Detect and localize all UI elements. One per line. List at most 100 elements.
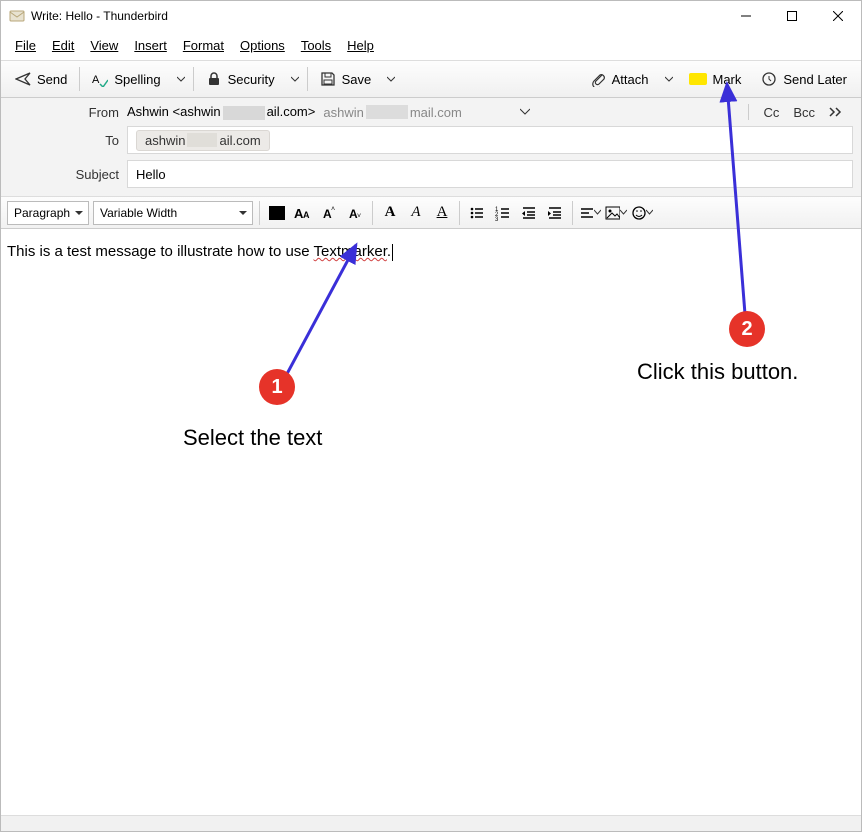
titlebar: Write: Hello - Thunderbird — [1, 1, 861, 31]
from-dropdown[interactable] — [520, 105, 530, 120]
attach-label: Attach — [612, 72, 649, 87]
menu-edit[interactable]: Edit — [44, 34, 82, 57]
indent-button[interactable] — [544, 202, 566, 224]
paragraph-style-combo[interactable]: Paragraph — [7, 201, 89, 225]
chevron-down-icon — [291, 75, 299, 83]
lock-icon — [206, 71, 222, 87]
cc-button[interactable]: Cc — [763, 105, 779, 120]
from-email-faded: ashwinmail.com — [323, 105, 461, 120]
save-dropdown[interactable] — [381, 64, 401, 94]
save-icon — [320, 71, 336, 87]
align-button[interactable] — [579, 202, 601, 224]
menubar: File Edit View Insert Format Options Too… — [1, 31, 861, 60]
menu-view[interactable]: View — [82, 34, 126, 57]
window-controls — [723, 1, 861, 31]
annotation-label-2: Click this button. — [637, 359, 798, 385]
bullet-list-icon — [469, 205, 485, 221]
send-later-button[interactable]: Send Later — [751, 64, 857, 94]
thunderbird-icon — [9, 8, 25, 24]
security-label: Security — [228, 72, 275, 87]
chevron-down-icon — [387, 75, 395, 83]
minimize-button[interactable] — [723, 1, 769, 31]
text-color-button[interactable] — [266, 202, 288, 224]
font-size-increase-button[interactable]: A˅ — [344, 202, 366, 224]
send-icon — [15, 71, 31, 87]
menu-help[interactable]: Help — [339, 34, 382, 57]
menu-file[interactable]: File — [7, 34, 44, 57]
attach-button[interactable]: Attach — [580, 64, 659, 94]
from-identity[interactable]: Ashwin <ashwinail.com> — [127, 104, 315, 120]
send-later-label: Send Later — [783, 72, 847, 87]
menu-format[interactable]: Format — [175, 34, 232, 57]
numbered-list-button[interactable]: 123 — [492, 202, 514, 224]
indent-icon — [547, 205, 563, 221]
align-icon — [579, 205, 594, 221]
bcc-button[interactable]: Bcc — [793, 105, 815, 120]
menu-options[interactable]: Options — [232, 34, 293, 57]
maximize-button[interactable] — [769, 1, 815, 31]
font-family-combo[interactable]: Variable Width — [93, 201, 253, 225]
annotation-badge-2: 2 — [729, 311, 765, 347]
attach-dropdown[interactable] — [659, 64, 679, 94]
italic-button[interactable]: A — [405, 202, 427, 224]
font-size-icon: AA — [294, 205, 312, 221]
from-label: From — [9, 105, 119, 120]
chevron-double-right-icon — [829, 107, 843, 117]
emoji-button[interactable] — [631, 202, 653, 224]
svg-text:˅: ˅ — [357, 213, 361, 220]
annotation-arrow-1 — [281, 245, 381, 405]
separator — [307, 67, 308, 91]
image-icon — [605, 205, 620, 221]
svg-text:A: A — [303, 210, 310, 220]
annotation-arrow-2 — [721, 84, 761, 324]
message-body[interactable]: This is a test message to illustrate how… — [1, 229, 861, 815]
separator — [193, 67, 194, 91]
chevron-down-icon — [646, 209, 653, 216]
spelling-icon: A — [92, 71, 108, 87]
menu-tools[interactable]: Tools — [293, 34, 339, 57]
numbered-list-icon: 123 — [495, 205, 511, 221]
annotation-label-1: Select the text — [183, 425, 322, 451]
bold-button[interactable]: A — [379, 202, 401, 224]
chevron-down-icon — [594, 209, 601, 216]
menu-insert[interactable]: Insert — [126, 34, 175, 57]
color-swatch-icon — [269, 206, 285, 220]
font-larger-icon: A˅ — [347, 205, 363, 221]
text-caret — [392, 244, 393, 261]
chevron-down-icon — [665, 75, 673, 83]
paperclip-icon — [590, 71, 606, 87]
chevron-down-icon — [520, 107, 530, 117]
send-button[interactable]: Send — [5, 64, 77, 94]
chevron-down-icon — [177, 75, 185, 83]
svg-text:A: A — [92, 74, 100, 86]
redacted — [223, 106, 265, 120]
highlight-icon — [689, 73, 707, 85]
compose-window: Write: Hello - Thunderbird File Edit Vie… — [0, 0, 862, 832]
subject-label: Subject — [9, 167, 119, 182]
font-size-cycle-button[interactable]: AA — [292, 202, 314, 224]
outdent-icon — [521, 205, 537, 221]
close-button[interactable] — [815, 1, 861, 31]
underline-button[interactable]: A — [431, 202, 453, 224]
insert-image-button[interactable] — [605, 202, 627, 224]
save-button[interactable]: Save — [310, 64, 382, 94]
chevron-down-icon — [620, 209, 627, 216]
statusbar — [1, 815, 861, 831]
spelling-dropdown[interactable] — [171, 64, 191, 94]
smiley-icon — [631, 205, 646, 221]
font-smaller-icon: A˄ — [321, 205, 337, 221]
save-label: Save — [342, 72, 372, 87]
to-recipient-pill[interactable]: ashwinail.com — [136, 130, 270, 151]
separator — [79, 67, 80, 91]
svg-text:3: 3 — [495, 217, 499, 221]
to-label: To — [9, 133, 119, 148]
spelling-button[interactable]: A Spelling — [82, 64, 170, 94]
font-size-decrease-button[interactable]: A˄ — [318, 202, 340, 224]
security-button[interactable]: Security — [196, 64, 285, 94]
spelling-label: Spelling — [114, 72, 160, 87]
more-recipients-button[interactable] — [829, 105, 843, 120]
annotation-badge-1: 1 — [259, 369, 295, 405]
bullet-list-button[interactable] — [466, 202, 488, 224]
security-dropdown[interactable] — [285, 64, 305, 94]
outdent-button[interactable] — [518, 202, 540, 224]
